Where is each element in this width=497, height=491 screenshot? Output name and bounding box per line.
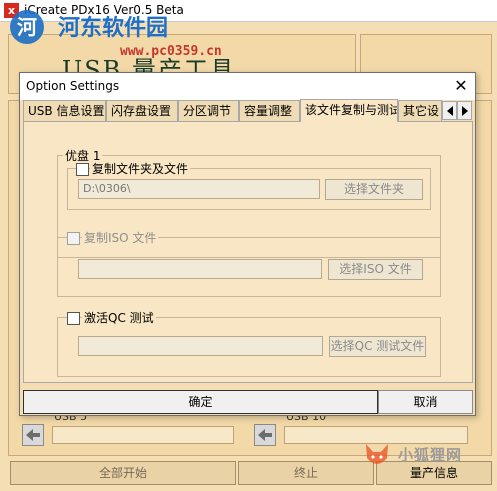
- qc-test-checkbox[interactable]: [67, 312, 80, 325]
- slot-arrow-icon[interactable]: [254, 424, 276, 446]
- slot-status-field: [52, 426, 234, 444]
- copy-iso-checkbox[interactable]: [67, 232, 80, 245]
- corner-watermark-text: 小狐狸网: [398, 446, 463, 464]
- cancel-button[interactable]: 取消: [378, 390, 473, 414]
- tab-scroll-right-icon[interactable]: [457, 101, 472, 120]
- select-qc-file-button[interactable]: 选择QC 测试文件: [329, 336, 426, 357]
- tab-flash-disk[interactable]: 闪存盘设置: [106, 100, 178, 122]
- site-watermark-text: 河东软件园: [58, 15, 169, 41]
- tab-scroll-left-icon[interactable]: [442, 101, 457, 120]
- option-settings-dialog: Option Settings ✕ USB 信息设置 闪存盘设置 分区调节 容量…: [19, 72, 476, 416]
- copy-folder-path-field[interactable]: D:\0306\: [78, 179, 320, 199]
- qc-path-field[interactable]: [78, 336, 323, 356]
- close-icon[interactable]: ✕: [450, 75, 472, 97]
- copy-iso-label: 复制ISO 文件: [82, 229, 159, 246]
- iso-path-field[interactable]: [78, 259, 322, 279]
- site-watermark-url: www.pc0359.cn: [120, 44, 222, 59]
- tab-partition[interactable]: 分区调节: [178, 100, 239, 122]
- ok-button[interactable]: 确定: [23, 390, 378, 414]
- select-folder-button[interactable]: 选择文件夹: [325, 179, 423, 200]
- stop-button[interactable]: 终止: [238, 461, 374, 485]
- qc-test-label: 激活QC 测试: [82, 309, 156, 326]
- start-all-button[interactable]: 全部开始: [10, 461, 236, 485]
- tab-file-copy-test[interactable]: 该文件复制与测试: [300, 99, 398, 122]
- slot-arrow-icon[interactable]: [22, 424, 44, 446]
- select-iso-button[interactable]: 选择ISO 文件: [328, 259, 423, 280]
- tab-strip: USB 信息设置 闪存盘设置 分区调节 容量调整 该文件复制与测试 其它设: [23, 99, 473, 122]
- dialog-title: Option Settings: [26, 79, 120, 93]
- tab-capacity[interactable]: 容量调整: [239, 100, 300, 122]
- copy-folder-checkbox[interactable]: [76, 163, 89, 176]
- tab-usb-info[interactable]: USB 信息设置: [23, 100, 106, 122]
- tab-panel-file-copy-test: 优盘 1 复制文件夹及文件 D:\0306\ 选择文件夹 复制ISO 文件 选择…: [23, 121, 473, 383]
- fox-logo-icon: [362, 440, 392, 470]
- copy-folder-label: 复制文件夹及文件: [90, 160, 191, 177]
- site-logo-icon: 河: [10, 10, 44, 44]
- tab-other[interactable]: 其它设: [398, 100, 442, 122]
